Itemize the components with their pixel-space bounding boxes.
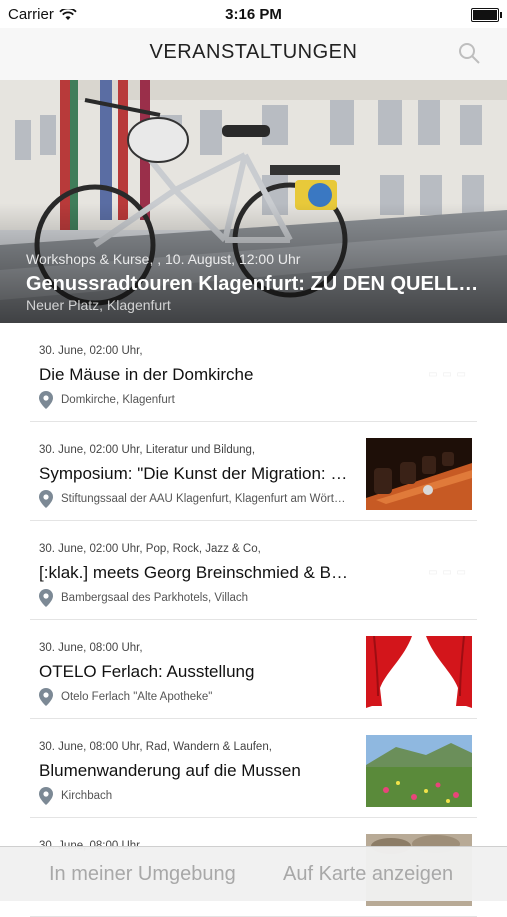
location-pin-icon [39, 688, 53, 706]
navigation-bar: VERANSTALTUNGEN [0, 28, 507, 81]
event-title: Die Mäuse in der Domkirche [39, 365, 254, 384]
location-pin-icon [39, 787, 53, 805]
meadow-thumbnail [366, 735, 472, 807]
event-title: OTELO Ferlach: Ausstellung [39, 662, 255, 681]
event-date: 30. June, 08:00 Uhr, Rad, Wandern & Lauf… [39, 741, 272, 753]
event-location: Stiftungssaal der AAU Klagenfurt, Klagen… [39, 490, 349, 508]
location-pin-icon [39, 589, 53, 607]
featured-event-location: Neuer Platz, Klagenfurt [26, 297, 171, 313]
event-row[interactable]: 30. June, 08:00 Uhr, Rad, Wandern & Lauf… [30, 719, 477, 818]
featured-event-title: Genussradtouren Klagenfurt: ZU DEN QUELL… [26, 273, 481, 295]
location-pin-icon [39, 490, 53, 508]
event-title: Blumenwanderung auf die Mussen [39, 761, 301, 780]
event-date: 30. June, 08:00 Uhr, [39, 642, 143, 654]
event-title: Symposium: "Die Kunst der Migration: Spr… [39, 464, 349, 483]
battery-icon [471, 8, 502, 22]
nearby-button[interactable]: In meiner Umgebung [49, 863, 236, 886]
event-row[interactable]: 30. June, 02:00 Uhr, Die Mäuse in der Do… [30, 323, 477, 422]
event-location-label: Kirchbach [61, 790, 113, 802]
clock: 3:16 PM [225, 6, 282, 23]
event-location: Domkirche, Klagenfurt [39, 391, 175, 409]
event-date: 30. June, 02:00 Uhr, [39, 345, 143, 357]
event-location-label: Bambergsaal des Parkhotels, Villach [61, 592, 249, 604]
placeholder-image-icon: ▭ ▭ ▭ [428, 567, 467, 578]
event-row[interactable]: 30. June, 08:00 Uhr, OTELO Ferlach: Auss… [30, 620, 477, 719]
bottom-toolbar: In meiner Umgebung Auf Karte anzeigen [0, 846, 507, 901]
featured-event[interactable]: Workshops & Kurse, , 10. August, 12:00 U… [0, 80, 507, 323]
event-list: 30. June, 02:00 Uhr, Die Mäuse in der Do… [0, 323, 507, 917]
event-date: 30. June, 02:00 Uhr, Literatur und Bildu… [39, 444, 256, 456]
placeholder-image-icon: ▭ ▭ ▭ [428, 369, 467, 380]
event-location-label: Domkirche, Klagenfurt [61, 394, 175, 406]
show-on-map-button[interactable]: Auf Karte anzeigen [283, 863, 453, 886]
event-location-label: Stiftungssaal der AAU Klagenfurt, Klagen… [61, 493, 349, 505]
status-bar: Carrier 3:16 PM [0, 0, 507, 28]
event-location: Bambergsaal des Parkhotels, Villach [39, 589, 248, 607]
featured-event-meta: Workshops & Kurse, , 10. August, 12:00 U… [26, 251, 301, 267]
event-row[interactable]: 30. June, 02:00 Uhr, Pop, Rock, Jazz & C… [30, 521, 477, 620]
page-title: VERANSTALTUNGEN [149, 41, 358, 63]
event-date: 30. June, 02:00 Uhr, Pop, Rock, Jazz & C… [39, 543, 261, 555]
search-icon[interactable] [457, 41, 481, 65]
location-pin-icon [39, 391, 53, 409]
event-location: Kirchbach [39, 787, 112, 805]
curtain-thumbnail [366, 636, 472, 708]
event-row[interactable]: 30. June, 02:00 Uhr, Literatur und Bildu… [30, 422, 477, 521]
conference-thumbnail [366, 438, 472, 510]
event-title: [:klak.] meets Georg Breinschmied & Benj… [39, 563, 349, 582]
event-location: Otelo Ferlach "Alte Apotheke" [39, 688, 212, 706]
event-location-label: Otelo Ferlach "Alte Apotheke" [61, 691, 213, 703]
